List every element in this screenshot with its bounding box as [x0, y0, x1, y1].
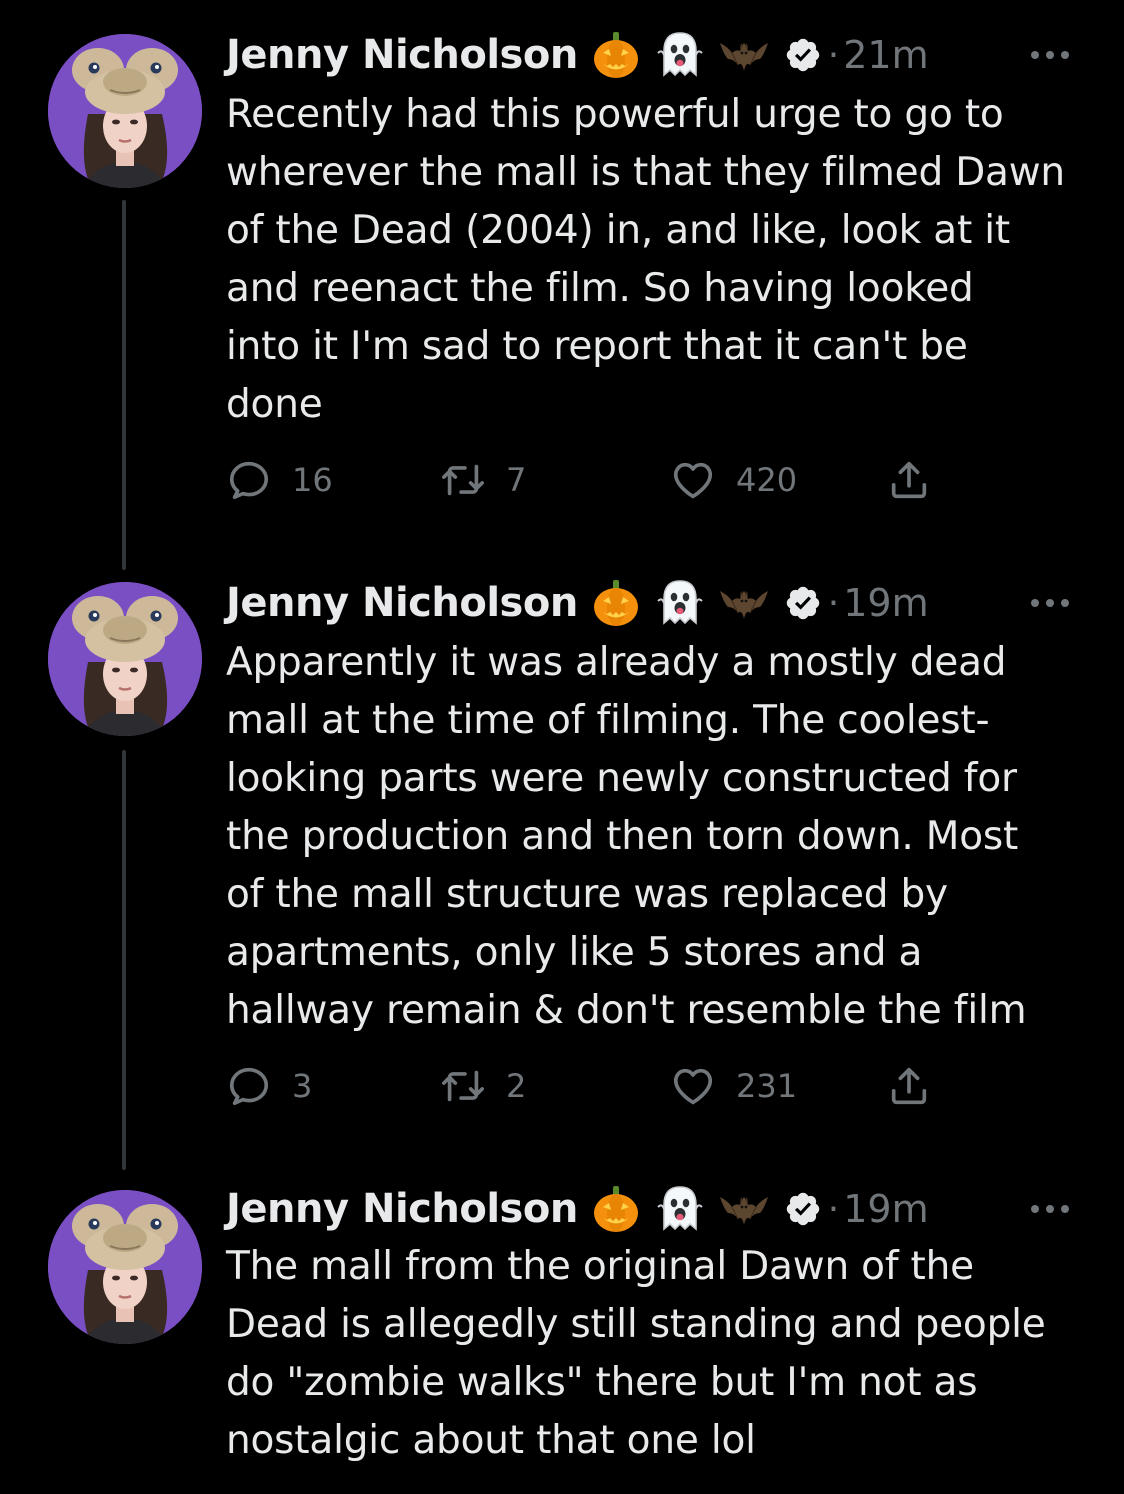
tweet[interactable]: Jenny Nicholson · 19m Apparently it was … [0, 560, 1124, 1170]
like-button[interactable]: 231 [670, 1056, 797, 1116]
separator-dot: · [827, 1188, 840, 1230]
thread-line [122, 200, 126, 570]
separator-dot: · [827, 582, 840, 624]
tweet-actions: 16 7 420 [226, 450, 946, 510]
like-count: 420 [736, 461, 798, 499]
retweet-count: 2 [506, 1067, 527, 1105]
tweet-text: Apparently it was already a mostly dead … [226, 640, 1027, 1033]
bat-icon [718, 1183, 770, 1235]
reply-count: 3 [292, 1067, 313, 1105]
verified-badge-icon[interactable] [784, 1190, 822, 1228]
tweet-actions: 3 2 231 [226, 1056, 946, 1116]
retweet-button[interactable]: 2 [440, 1056, 526, 1116]
ghost-icon [654, 577, 706, 629]
tweet[interactable]: Jenny Nicholson · 19m The mall from the … [0, 1170, 1124, 1494]
verified-badge-icon[interactable] [784, 36, 822, 74]
author-name[interactable]: Jenny Nicholson [226, 32, 578, 78]
tweet-text: The mall from the original Dawn of the D… [226, 1244, 1046, 1463]
tweet[interactable]: Jenny Nicholson · 21m Recently had this … [0, 0, 1124, 570]
ghost-icon [654, 1183, 706, 1235]
bat-icon [718, 29, 770, 81]
like-count: 231 [736, 1067, 798, 1105]
timestamp[interactable]: 19m [843, 581, 928, 625]
avatar[interactable] [48, 34, 202, 188]
separator-dot: · [827, 34, 840, 76]
reply-icon [226, 1063, 272, 1109]
retweet-count: 7 [506, 461, 527, 499]
retweet-icon [440, 457, 486, 503]
avatar[interactable] [48, 1190, 202, 1344]
tweet-header: Jenny Nicholson · 19m [226, 1184, 929, 1234]
more-options-icon[interactable] [1028, 44, 1072, 66]
reply-count: 16 [292, 461, 333, 499]
more-options-icon[interactable] [1028, 1198, 1072, 1220]
avatar[interactable] [48, 582, 202, 736]
jack-o-lantern-icon [590, 29, 642, 81]
share-icon [886, 457, 932, 503]
author-name[interactable]: Jenny Nicholson [226, 1186, 578, 1232]
thread-line [122, 750, 126, 1170]
jack-o-lantern-icon [590, 1183, 642, 1235]
share-icon [886, 1063, 932, 1109]
reply-button[interactable]: 3 [226, 1056, 312, 1116]
retweet-icon [440, 1063, 486, 1109]
more-options-icon[interactable] [1028, 592, 1072, 614]
bat-icon [718, 577, 770, 629]
timestamp[interactable]: 21m [843, 33, 928, 77]
reply-button[interactable]: 16 [226, 450, 333, 510]
share-button[interactable] [886, 450, 932, 510]
share-button[interactable] [886, 1056, 932, 1116]
author-name[interactable]: Jenny Nicholson [226, 580, 578, 626]
tweet-header: Jenny Nicholson · 21m [226, 30, 929, 80]
jack-o-lantern-icon [590, 577, 642, 629]
heart-icon [670, 1063, 716, 1109]
heart-icon [670, 457, 716, 503]
tweet-header: Jenny Nicholson · 19m [226, 578, 929, 628]
timestamp[interactable]: 19m [843, 1187, 928, 1231]
tweet-text: Recently had this powerful urge to go to… [226, 92, 1065, 427]
ghost-icon [654, 29, 706, 81]
retweet-button[interactable]: 7 [440, 450, 526, 510]
verified-badge-icon[interactable] [784, 584, 822, 622]
reply-icon [226, 457, 272, 503]
like-button[interactable]: 420 [670, 450, 797, 510]
